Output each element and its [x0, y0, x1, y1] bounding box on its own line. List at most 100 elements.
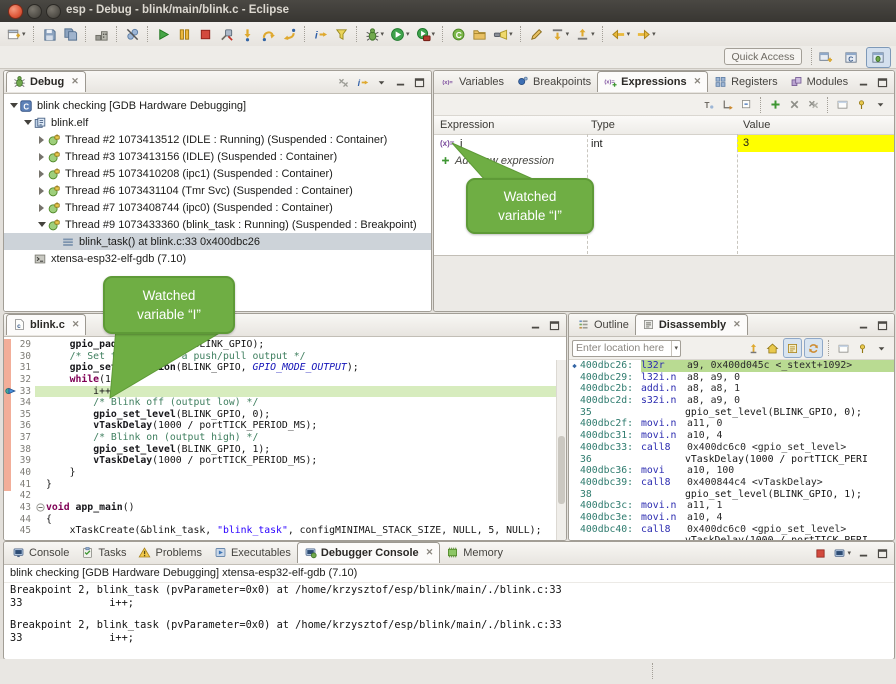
- close-window-button[interactable]: [8, 4, 23, 19]
- expander-closed-icon[interactable]: [36, 204, 47, 212]
- save-button[interactable]: [40, 24, 59, 44]
- open-perspective-button[interactable]: [814, 48, 837, 67]
- use-step-filters-button[interactable]: [332, 24, 351, 44]
- minimize-button[interactable]: [855, 544, 872, 562]
- step-return-button[interactable]: [280, 24, 299, 44]
- code-line[interactable]: 31 gpio_set_direction(BLINK_GPIO, GPIO_M…: [4, 362, 556, 374]
- pin-view-button[interactable]: [854, 338, 871, 358]
- save-all-button[interactable]: [61, 24, 80, 44]
- display-selected-console-dropdown-icon[interactable]: ▾: [847, 549, 851, 557]
- minimize-window-button[interactable]: [27, 4, 42, 19]
- search-dropdown-icon[interactable]: ▾: [509, 30, 513, 38]
- disasm-line[interactable]: ◆400dbc26:l32ra9, 0x400d045c <_stext+109…: [569, 360, 894, 372]
- show-type-names-button[interactable]: T: [700, 95, 717, 115]
- build-button[interactable]: [92, 24, 111, 44]
- tree-item[interactable]: Thread #9 1073433360 (blink_task : Runni…: [4, 216, 431, 233]
- tree-item[interactable]: xtensa-esp32-elf-gdb (7.10): [4, 250, 431, 267]
- tree-item[interactable]: blink_task() at blink.c:33 0x400dbc26: [4, 233, 431, 250]
- code-line[interactable]: 33 i++;: [4, 386, 556, 398]
- terminate-button[interactable]: [196, 24, 215, 44]
- next-annotation-button[interactable]: ▾: [548, 24, 572, 44]
- code-line[interactable]: 39 vTaskDelay(1000 / portTICK_PERIOD_MS)…: [4, 455, 556, 467]
- tab-breakpoints[interactable]: Breakpoints: [510, 72, 597, 91]
- show-logical-structure-button[interactable]: [719, 95, 736, 115]
- disasm-source-line[interactable]: 38gpio_set_level(BLINK_GPIO, 1);: [569, 489, 894, 501]
- add-expression-button[interactable]: [767, 95, 784, 115]
- tab-memory[interactable]: Memory: [440, 543, 509, 562]
- disasm-source-line[interactable]: 35gpio_set_level(BLINK_GPIO, 0);: [569, 407, 894, 419]
- code-line[interactable]: 41}: [4, 479, 556, 491]
- tab-variables[interactable]: (x)=Variables: [436, 72, 510, 91]
- close-tab-icon[interactable]: ✕: [694, 76, 702, 87]
- code-line[interactable]: 30 /* Set the GPIO as a push/pull output…: [4, 351, 556, 363]
- line-number[interactable]: 36: [4, 420, 35, 432]
- code-line[interactable]: 34 /* Blink off (output low) */: [4, 397, 556, 409]
- view-menu-button[interactable]: [373, 73, 390, 91]
- disconnect-button[interactable]: [217, 24, 236, 44]
- tab-debug[interactable]: Debug✕: [6, 71, 86, 92]
- display-selected-console-button[interactable]: ▾: [831, 544, 853, 562]
- tree-item[interactable]: blink.elf: [4, 114, 431, 131]
- close-tab-icon[interactable]: ✕: [72, 319, 80, 330]
- expander-open-icon[interactable]: [36, 222, 47, 227]
- close-tab-icon[interactable]: ✕: [733, 319, 741, 330]
- disasm-line[interactable]: 400dbc40:call80x400dc6c0 <gpio_set_level…: [569, 524, 894, 536]
- expander-closed-icon[interactable]: [36, 187, 47, 195]
- code-line[interactable]: 37 /* Blink on (output high) */: [4, 432, 556, 444]
- line-number[interactable]: 32: [4, 374, 35, 386]
- tab-outline[interactable]: Outline: [571, 315, 635, 334]
- maximize-button[interactable]: [874, 316, 891, 334]
- minimize-button[interactable]: [855, 73, 872, 91]
- line-number[interactable]: 30: [4, 351, 35, 363]
- maximize-button[interactable]: [874, 73, 891, 91]
- line-number[interactable]: 35: [4, 409, 35, 421]
- new-wizard-dropdown-icon[interactable]: ▾: [22, 30, 26, 38]
- debug-dropdown-icon[interactable]: ▾: [381, 30, 385, 38]
- debug-perspective-button[interactable]: [866, 47, 891, 68]
- tab-blink-c[interactable]: cblink.c✕: [6, 314, 86, 335]
- code-line[interactable]: 35 gpio_set_level(BLINK_GPIO, 0);: [4, 409, 556, 421]
- line-number[interactable]: 38: [4, 444, 35, 456]
- view-menu-button[interactable]: [873, 338, 890, 358]
- expander-closed-icon[interactable]: [36, 153, 47, 161]
- line-number[interactable]: 39: [4, 455, 35, 467]
- disasm-line[interactable]: 400dbc2f:movi.na11, 0: [569, 418, 894, 430]
- remove-expression-button[interactable]: [786, 95, 803, 115]
- tab-problems[interactable]: Problems: [132, 543, 207, 562]
- tab-tasks[interactable]: Tasks: [75, 543, 132, 562]
- disasm-line[interactable]: 400dbc36:movia10, 100: [569, 465, 894, 477]
- line-number[interactable]: 37: [4, 432, 35, 444]
- open-folder-button[interactable]: [470, 24, 489, 44]
- sync-context-button[interactable]: [804, 338, 823, 358]
- line-number[interactable]: 34: [4, 397, 35, 409]
- column-header-value[interactable]: Value: [737, 119, 894, 131]
- previous-annotation-button[interactable]: ▾: [573, 24, 597, 44]
- line-number[interactable]: 43: [4, 502, 35, 514]
- previous-annotation-dropdown-icon[interactable]: ▾: [591, 30, 595, 38]
- code-line[interactable]: 42: [4, 490, 556, 502]
- instruction-stepping-button[interactable]: i: [311, 24, 330, 44]
- home-button[interactable]: [764, 338, 781, 358]
- open-new-view-button[interactable]: [835, 338, 852, 358]
- show-source-button[interactable]: [783, 338, 802, 358]
- close-tab-icon[interactable]: ✕: [426, 547, 434, 558]
- run-button[interactable]: ▾: [388, 24, 412, 44]
- combo-dropdown-icon[interactable]: ▾: [671, 341, 680, 356]
- suspend-button[interactable]: [175, 24, 194, 44]
- search-button[interactable]: ▾: [491, 24, 515, 44]
- disasm-line[interactable]: 400dbc29:l32i.na8, a9, 0: [569, 372, 894, 384]
- tab-expressions[interactable]: (x)=Expressions✕: [597, 71, 708, 92]
- expander-open-icon[interactable]: [8, 103, 19, 108]
- disasm-line[interactable]: 400dbc31:movi.na10, 4: [569, 430, 894, 442]
- tab-modules[interactable]: Modules: [784, 72, 855, 91]
- line-number[interactable]: 45: [4, 525, 35, 537]
- disasm-line[interactable]: 400dbc3e:movi.na10, 4: [569, 512, 894, 524]
- close-tab-icon[interactable]: ✕: [71, 76, 79, 87]
- step-over-button[interactable]: [259, 24, 278, 44]
- line-number[interactable]: 42: [4, 490, 35, 502]
- tab-disassembly[interactable]: Disassembly✕: [635, 314, 748, 335]
- new-class-button[interactable]: C: [449, 24, 468, 44]
- tree-item[interactable]: Thread #7 1073408744 (ipc0) (Suspended :…: [4, 199, 431, 216]
- back-button[interactable]: ▾: [609, 24, 633, 44]
- disasm-line[interactable]: 400dbc3c:movi.na11, 1: [569, 500, 894, 512]
